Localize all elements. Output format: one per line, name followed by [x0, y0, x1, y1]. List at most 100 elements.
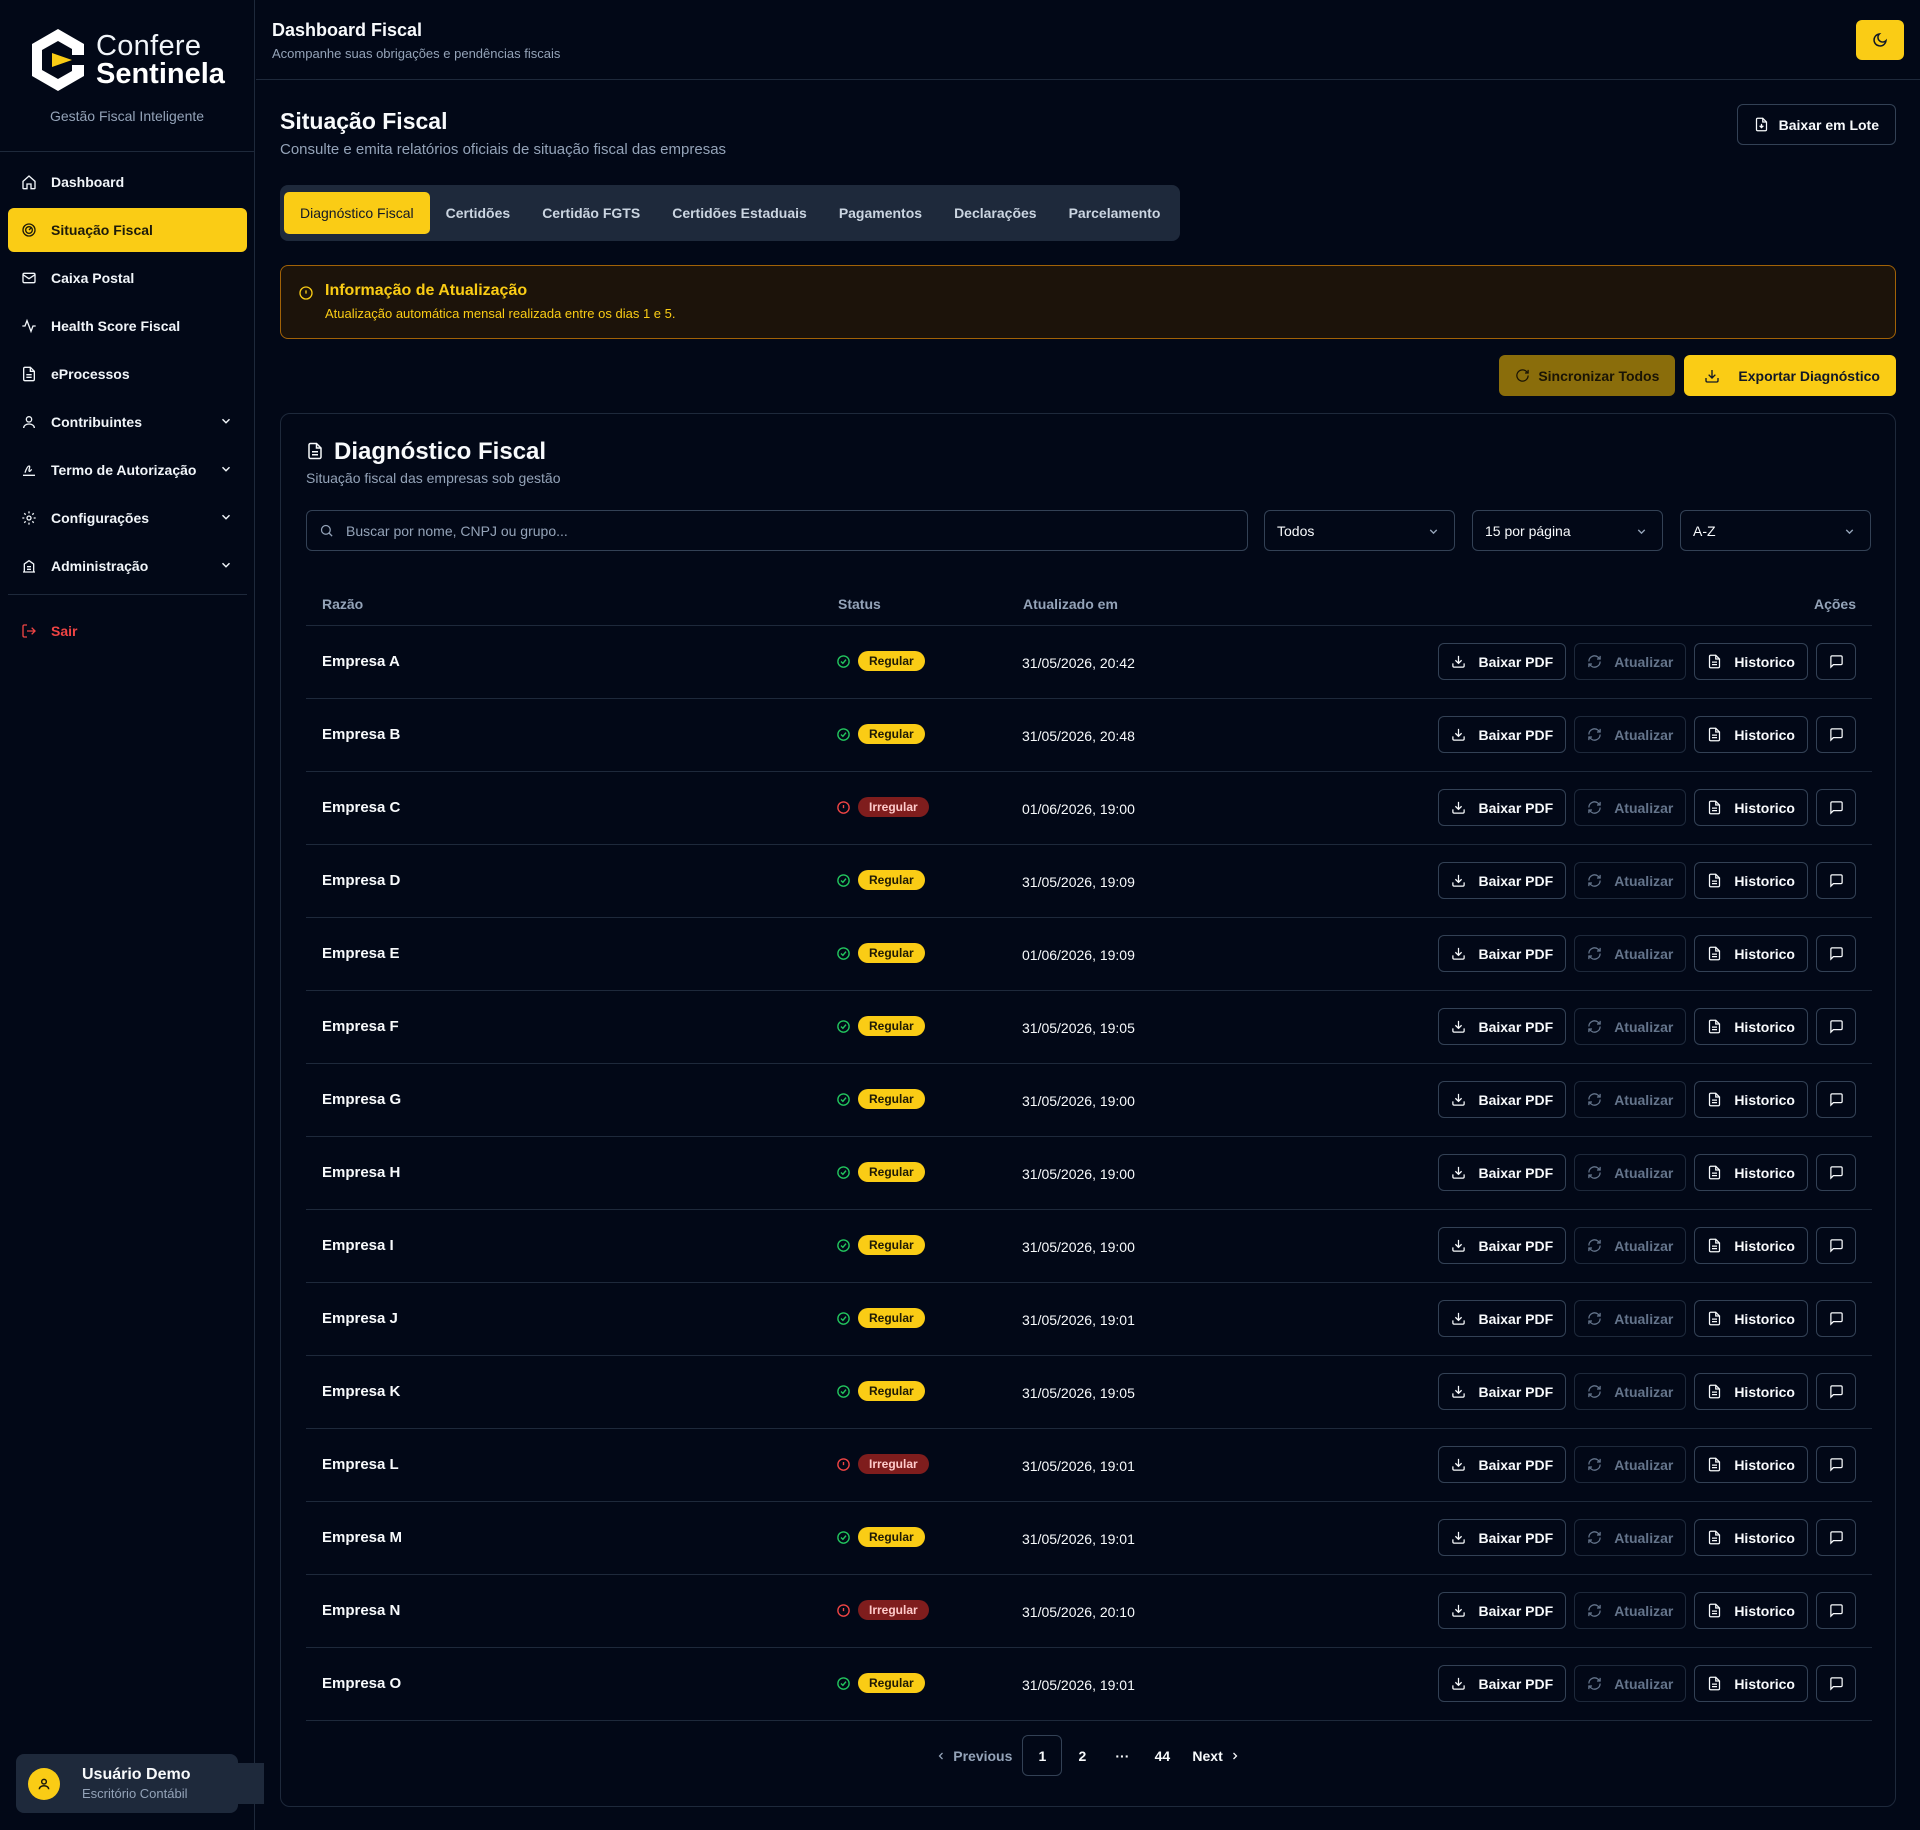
comment-button[interactable] [1816, 1446, 1856, 1483]
refresh-button[interactable]: Atualizar [1574, 643, 1687, 680]
comment-button[interactable] [1816, 1227, 1856, 1264]
refresh-button[interactable]: Atualizar [1574, 1373, 1687, 1410]
tab-declaracoes[interactable]: Declarações [938, 192, 1053, 234]
refresh-button[interactable]: Atualizar [1574, 1300, 1687, 1337]
refresh-button[interactable]: Atualizar [1574, 716, 1687, 753]
sync-all-button[interactable]: Sincronizar Todos [1499, 355, 1676, 396]
history-button[interactable]: Historico [1694, 1665, 1808, 1702]
download-pdf-button[interactable]: Baixar PDF [1438, 1592, 1567, 1629]
refresh-button[interactable]: Atualizar [1574, 1519, 1687, 1556]
download-pdf-button[interactable]: Baixar PDF [1438, 789, 1567, 826]
per-page-select[interactable]: 15 por página [1472, 510, 1663, 551]
batch-download-button[interactable]: Baixar em Lote [1736, 104, 1896, 145]
comment-button[interactable] [1816, 1300, 1856, 1337]
history-button[interactable]: Historico [1694, 1519, 1808, 1556]
refresh-button[interactable]: Atualizar [1574, 862, 1687, 899]
history-button[interactable]: Historico [1694, 1008, 1808, 1045]
comment-button[interactable] [1816, 1519, 1856, 1556]
sidebar-item-caixa-postal[interactable]: Caixa Postal [8, 256, 247, 300]
tab-certidoes-estaduais[interactable]: Certidões Estaduais [656, 192, 823, 234]
comment-button[interactable] [1816, 935, 1856, 972]
user-card[interactable]: Usuário Demo Escritório Contábil [16, 1754, 264, 1813]
history-button[interactable]: Historico [1694, 1373, 1808, 1410]
comment-button[interactable] [1816, 1665, 1856, 1702]
comment-button[interactable] [1816, 1373, 1856, 1410]
comment-button[interactable] [1816, 789, 1856, 826]
sidebar-item-eprocessos[interactable]: eProcessos [8, 352, 247, 396]
download-pdf-button[interactable]: Baixar PDF [1438, 862, 1567, 899]
comment-button[interactable] [1816, 1081, 1856, 1118]
comment-button[interactable] [1816, 1008, 1856, 1045]
history-button[interactable]: Historico [1694, 1592, 1808, 1629]
download-pdf-button[interactable]: Baixar PDF [1438, 1519, 1567, 1556]
download-pdf-button[interactable]: Baixar PDF [1438, 1081, 1567, 1118]
sidebar-item-health-score[interactable]: Health Score Fiscal [8, 304, 247, 348]
export-diagnostic-button[interactable]: Exportar Diagnóstico [1684, 355, 1896, 396]
page-button-last[interactable]: 44 [1142, 1735, 1182, 1776]
comment-button[interactable] [1816, 716, 1856, 753]
history-button[interactable]: Historico [1694, 935, 1808, 972]
logout-button[interactable]: Sair [8, 609, 247, 653]
refresh-button[interactable]: Atualizar [1574, 1446, 1687, 1483]
sidebar-item-contribuintes[interactable]: Contribuintes [8, 400, 247, 444]
history-label: Historico [1734, 1237, 1795, 1254]
history-button[interactable]: Historico [1694, 1154, 1808, 1191]
history-button[interactable]: Historico [1694, 1081, 1808, 1118]
update-info-alert: Informação de Atualização Atualização au… [280, 265, 1896, 339]
refresh-button[interactable]: Atualizar [1574, 1081, 1687, 1118]
download-pdf-button[interactable]: Baixar PDF [1438, 1300, 1567, 1337]
page-subtitle: Consulte e emita relatórios oficiais de … [280, 141, 727, 158]
download-pdf-button[interactable]: Baixar PDF [1438, 1227, 1567, 1264]
status-cell: Regular [836, 724, 925, 744]
refresh-button[interactable]: Atualizar [1574, 1665, 1687, 1702]
sidebar-item-administracao[interactable]: Administração [8, 544, 247, 588]
next-page-button[interactable]: Next [1182, 1735, 1250, 1776]
sort-select[interactable]: A-Z [1680, 510, 1871, 551]
page-button-2[interactable]: 2 [1062, 1735, 1102, 1776]
history-button[interactable]: Historico [1694, 1300, 1808, 1337]
tab-pagamentos[interactable]: Pagamentos [823, 192, 938, 234]
refresh-button[interactable]: Atualizar [1574, 1592, 1687, 1629]
tab-diagnostico-fiscal[interactable]: Diagnóstico Fiscal [284, 192, 430, 234]
history-button[interactable]: Historico [1694, 1446, 1808, 1483]
history-button[interactable]: Historico [1694, 789, 1808, 826]
download-pdf-button[interactable]: Baixar PDF [1438, 716, 1567, 753]
refresh-button[interactable]: Atualizar [1574, 1227, 1687, 1264]
status-filter-select[interactable]: Todos [1264, 510, 1455, 551]
download-pdf-button[interactable]: Baixar PDF [1438, 1154, 1567, 1191]
download-pdf-button[interactable]: Baixar PDF [1438, 643, 1567, 680]
sidebar-item-termo-autorizacao[interactable]: Termo de Autorização [8, 448, 247, 492]
tab-parcelamento[interactable]: Parcelamento [1053, 192, 1177, 234]
refresh-icon [1588, 1312, 1601, 1325]
download-pdf-button[interactable]: Baixar PDF [1438, 1373, 1567, 1410]
comment-button[interactable] [1816, 1154, 1856, 1191]
previous-page-button[interactable]: Previous [925, 1735, 1022, 1776]
refresh-button[interactable]: Atualizar [1574, 1008, 1687, 1045]
history-button[interactable]: Historico [1694, 862, 1808, 899]
history-button[interactable]: Historico [1694, 1227, 1808, 1264]
sidebar-item-configuracoes[interactable]: Configurações [8, 496, 247, 540]
comment-button[interactable] [1816, 862, 1856, 899]
tab-certidao-fgts[interactable]: Certidão FGTS [526, 192, 656, 234]
history-button[interactable]: Historico [1694, 716, 1808, 753]
tab-certidoes[interactable]: Certidões [430, 192, 527, 234]
download-pdf-button[interactable]: Baixar PDF [1438, 935, 1567, 972]
history-button[interactable]: Historico [1694, 643, 1808, 680]
download-pdf-button[interactable]: Baixar PDF [1438, 1446, 1567, 1483]
user-avatar-icon [38, 1778, 50, 1789]
refresh-button[interactable]: Atualizar [1574, 789, 1687, 826]
download-pdf-button[interactable]: Baixar PDF [1438, 1665, 1567, 1702]
theme-toggle-button[interactable] [1856, 20, 1904, 60]
sidebar-item-dashboard[interactable]: Dashboard [8, 160, 247, 204]
download-pdf-button[interactable]: Baixar PDF [1438, 1008, 1567, 1045]
comment-button[interactable] [1816, 643, 1856, 680]
file-icon [23, 366, 35, 382]
sidebar-item-situacao-fiscal[interactable]: Situação Fiscal [8, 208, 247, 252]
search-input[interactable] [346, 522, 1226, 539]
comment-button[interactable] [1816, 1592, 1856, 1629]
refresh-button[interactable]: Atualizar [1574, 1154, 1687, 1191]
page-button-1[interactable]: 1 [1022, 1735, 1063, 1776]
download-icon [1452, 1458, 1466, 1471]
table-row: Empresa H Regular 31/05/2026, 19:00 Baixar … [306, 1137, 1872, 1210]
refresh-button[interactable]: Atualizar [1574, 935, 1687, 972]
